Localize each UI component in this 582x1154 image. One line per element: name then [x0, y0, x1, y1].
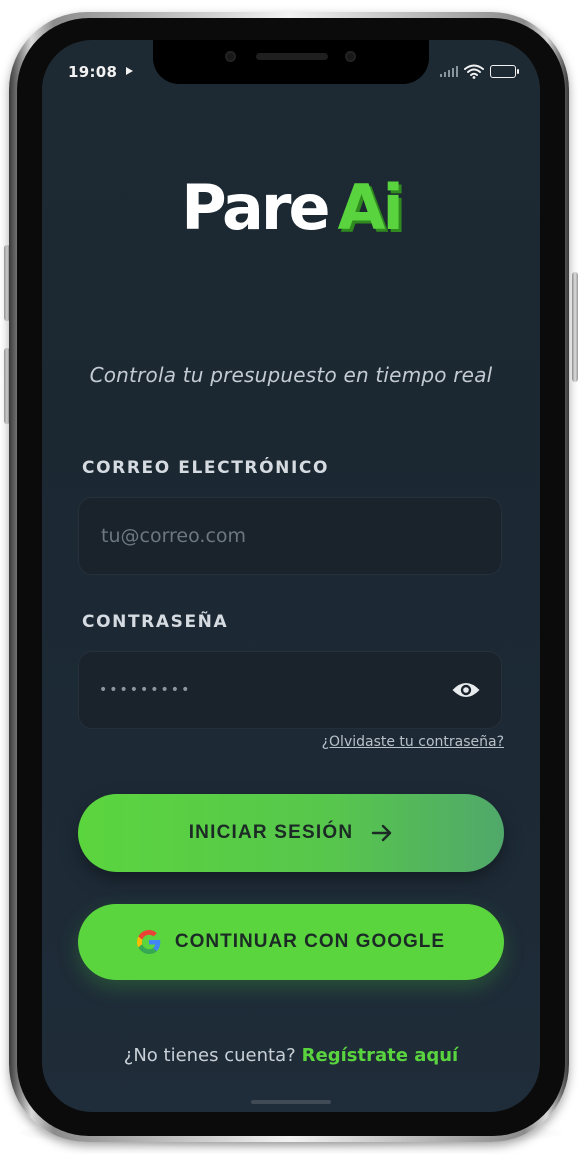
- battery-level: 95: [496, 65, 510, 76]
- signup-row: ¿No tienes cuenta? Regístrate aquí: [42, 1045, 540, 1066]
- password-input[interactable]: •••••••••: [99, 682, 451, 698]
- signup-link[interactable]: Regístrate aquí: [302, 1045, 459, 1066]
- google-icon: [136, 930, 161, 954]
- signal-icon: [440, 65, 458, 77]
- status-time: 19:08: [68, 63, 118, 81]
- email-label: CORREO ELECTRÓNICO: [82, 458, 330, 478]
- forgot-password-link[interactable]: ¿Olvidaste tu contraseña?: [322, 734, 504, 750]
- google-signin-button[interactable]: CONTINUAR CON GOOGLE: [78, 904, 504, 980]
- power-button: [572, 272, 578, 382]
- brand-logo: Pare Ai: [42, 168, 540, 248]
- password-label: CONTRASEÑA: [82, 612, 229, 632]
- logo-text-pare: Pare: [181, 171, 330, 244]
- google-button-label: CONTINUAR CON GOOGLE: [174, 931, 446, 952]
- tagline: Controla tu presupuesto en tiempo real: [89, 363, 493, 387]
- password-field-container: •••••••••: [78, 651, 502, 729]
- front-camera-icon: [225, 51, 236, 62]
- battery-icon: 95: [490, 64, 519, 78]
- sensor-icon: [345, 51, 356, 62]
- email-input[interactable]: [99, 524, 481, 548]
- speaker-grille: [256, 53, 328, 60]
- login-button-label: INICIAR SESIÓN: [188, 822, 354, 843]
- login-button[interactable]: INICIAR SESIÓN: [78, 794, 504, 872]
- notch: [153, 40, 429, 84]
- play-icon: [126, 67, 133, 75]
- logo-text-ai: Ai: [337, 171, 404, 244]
- eye-icon[interactable]: [451, 680, 481, 700]
- email-field-container: [78, 497, 502, 575]
- home-indicator: [251, 1100, 331, 1104]
- signup-prompt: ¿No tienes cuenta?: [123, 1045, 296, 1066]
- arrow-right-icon: [372, 824, 392, 842]
- phone-screen: 19:08 95 Pare Ai Controla tu presupuesto …: [42, 40, 540, 1112]
- wifi-icon: [464, 64, 484, 79]
- status-indicators: 95: [440, 62, 519, 80]
